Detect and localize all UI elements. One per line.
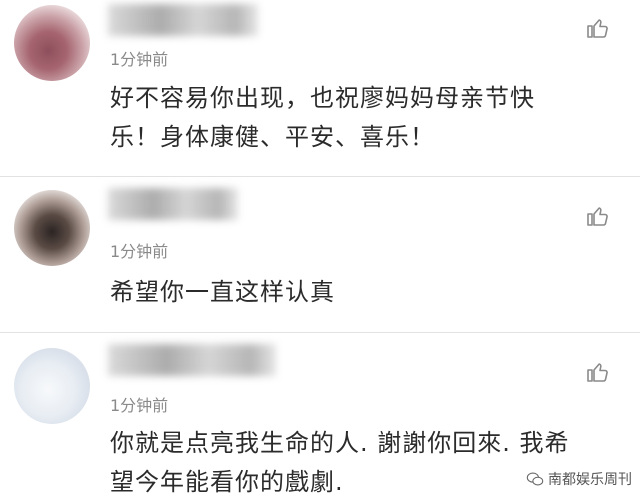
comment-text: 希望你一直这样认真 xyxy=(110,273,620,312)
comment-text: 你就是点亮我生命的人. 謝謝你回來. 我希 望今年能看你的戲劇. xyxy=(110,424,620,502)
comment-time: 1分钟前 xyxy=(110,242,169,261)
watermark-text: 南都娱乐周刊 xyxy=(548,472,632,488)
comment-item: 1分钟前 好不容易你出现，也祝廖妈妈母亲节快 乐！身体康健、平安、喜乐！ xyxy=(0,0,640,176)
comment-item: 1分钟前 希望你一直这样认真 xyxy=(0,176,640,332)
comment-time: 1分钟前 xyxy=(110,50,169,69)
comment-text-line: 你就是点亮我生命的人. 謝謝你回來. 我希 xyxy=(110,429,570,457)
comment-text: 好不容易你出现，也祝廖妈妈母亲节快 乐！身体康健、平安、喜乐！ xyxy=(110,79,620,157)
username-blurred xyxy=(108,344,276,376)
comment-text-line: 希望你一直这样认真 xyxy=(110,278,335,306)
wechat-icon xyxy=(526,472,544,486)
thumbs-up-icon[interactable] xyxy=(586,360,610,384)
comment-text-line: 乐！身体康健、平安、喜乐！ xyxy=(110,123,435,151)
username-blurred xyxy=(108,188,238,220)
comment-time: 1分钟前 xyxy=(110,396,169,415)
avatar[interactable] xyxy=(14,348,90,424)
comment-text-line: 好不容易你出现，也祝廖妈妈母亲节快 xyxy=(110,84,535,112)
watermark: 南都娱乐周刊 xyxy=(526,469,632,489)
avatar[interactable] xyxy=(14,5,90,81)
thumbs-up-icon[interactable] xyxy=(586,16,610,40)
avatar[interactable] xyxy=(14,190,90,266)
thumbs-up-icon[interactable] xyxy=(586,204,610,228)
username-blurred xyxy=(108,4,258,36)
